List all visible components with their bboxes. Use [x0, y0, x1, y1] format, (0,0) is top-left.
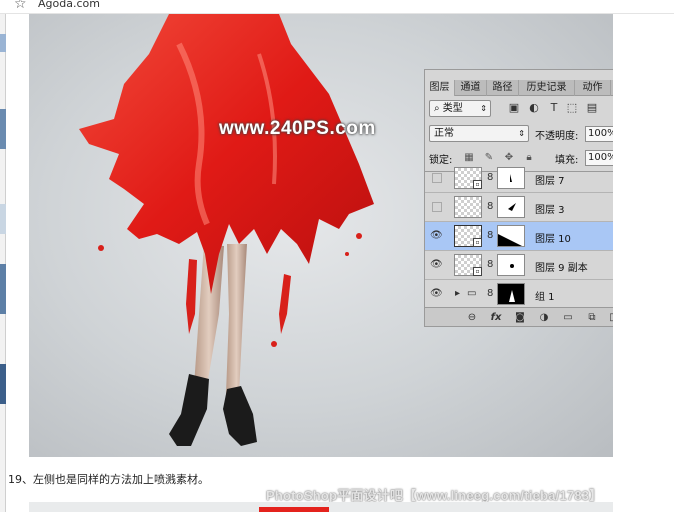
opacity-input[interactable]: 100% [585, 126, 613, 142]
shape-filter-icon[interactable]: ⬚ [565, 101, 579, 115]
layer-thumbnail: ▫ [454, 225, 482, 247]
right-leg [226, 244, 247, 394]
layer-row-selected[interactable]: 👁︎ ▫ 8 图层 10 [425, 222, 613, 251]
visibility-toggle[interactable] [432, 173, 442, 183]
splash-drop [271, 341, 277, 347]
layer-row[interactable]: 👁︎ ▫ 8 图层 9 副本 [425, 251, 613, 280]
lock-transparency-icon[interactable]: ▦ [463, 152, 475, 164]
layer-name: 图层 10 [535, 234, 571, 245]
photo-watermark: www.240PS.com [219, 118, 376, 139]
adjustment-filter-icon[interactable]: ◐ [527, 101, 541, 115]
delete-layer-icon[interactable]: ▯ [605, 311, 613, 325]
smart-object-icon: ▫ [473, 267, 482, 276]
tab-actions[interactable]: 动作 [575, 80, 611, 96]
mask-shape [508, 203, 516, 211]
next-photo-dress [259, 507, 329, 512]
strip-block [0, 364, 6, 404]
filter-type-value: 类型 [442, 103, 463, 114]
splash-drop [345, 252, 349, 256]
tab-layers[interactable]: 图层 [425, 80, 455, 96]
layer-thumbnail: ▫ [454, 167, 482, 189]
link-icon[interactable]: 8 [487, 259, 495, 271]
layer-thumbnail: ▫ [454, 254, 482, 276]
link-icon[interactable]: 8 [487, 288, 495, 300]
add-mask-icon[interactable]: ◙ [513, 311, 527, 325]
layer-thumbnail [454, 196, 482, 218]
blend-mode-select[interactable]: 正常 ⇕ [429, 125, 529, 142]
bookmark-title[interactable]: Agoda.com [38, 0, 100, 10]
layer-row[interactable]: 8 图层 3 [425, 193, 613, 222]
new-layer-icon[interactable]: ⧉ [585, 311, 599, 325]
layer-name: 图层 9 副本 [535, 263, 588, 274]
step-caption: 19、左侧也是同样的方法加上喷溅素材。 [8, 473, 209, 486]
layer-mask[interactable] [497, 254, 525, 276]
smart-object-icon: ▫ [473, 180, 482, 189]
eye-icon[interactable]: 👁︎ [430, 259, 443, 271]
link-icon[interactable]: 8 [487, 230, 495, 242]
layer-mask[interactable] [497, 167, 525, 189]
lock-all-icon[interactable]: 🔒︎ [523, 152, 535, 164]
splash-drip [279, 274, 291, 334]
lock-brush-icon[interactable]: ✎ [483, 152, 495, 164]
expand-arrow-icon[interactable]: ▸ [455, 288, 463, 300]
folder-icon: ▭ [467, 288, 477, 299]
splash-drip [186, 259, 197, 334]
tab-channels[interactable]: 通道 [455, 80, 487, 96]
visibility-toggle[interactable] [432, 202, 442, 212]
lock-move-icon[interactable]: ✥ [503, 152, 515, 164]
updown-icon: ⇕ [518, 129, 525, 138]
mask-shape [509, 290, 515, 302]
mask-shape [510, 264, 514, 268]
filter-type-select[interactable]: ⌕ 类型 ⇕ [429, 100, 491, 117]
panel-tabs: 图层 通道 路径 历史记录 动作 [425, 80, 613, 96]
tab-paths[interactable]: 路径 [487, 80, 519, 96]
layers-panel: 图层 通道 路径 历史记录 动作 ⌕ 类型 ⇕ ▣ ◐ T ⬚ ▤ 正常 ⇕ 不… [424, 69, 613, 327]
strip-block [0, 204, 6, 234]
link-icon[interactable]: 8 [487, 201, 495, 213]
blend-row: 正常 ⇕ 不透明度: 100% [425, 123, 613, 145]
adjustment-layer-icon[interactable]: ◑ [537, 311, 551, 325]
layer-name: 图层 3 [535, 205, 565, 216]
panel-bottom-toolbar: ⊖ fx ◙ ◑ ▭ ⧉ ▯ [425, 307, 613, 326]
fx-icon[interactable]: fx [489, 311, 503, 325]
left-window-strip [0, 14, 6, 512]
new-group-icon[interactable]: ▭ [561, 311, 575, 325]
group-mask[interactable] [497, 283, 525, 305]
filter-row: ⌕ 类型 ⇕ ▣ ◐ T ⬚ ▤ [425, 98, 613, 120]
layers-list: ▫ 8 图层 7 8 图层 3 👁︎ ▫ 8 图层 10 👁︎ ▫ 8 图层 9… [425, 167, 613, 309]
strip-block [0, 34, 6, 52]
layer-row-group[interactable]: 👁︎ ▸ ▭ 8 组 1 [425, 280, 613, 309]
right-shoe [223, 386, 257, 446]
mask-shape [498, 234, 522, 246]
updown-icon: ⇕ [480, 104, 487, 113]
splash-drop [356, 233, 362, 239]
browser-bookmark-bar: ☆ Agoda.com [0, 0, 674, 14]
mask-shape [510, 174, 512, 182]
layer-name: 组 1 [535, 292, 555, 303]
link-icon[interactable]: 8 [487, 172, 495, 184]
layer-mask[interactable] [497, 225, 525, 247]
search-icon: ⌕ [434, 103, 443, 114]
layer-row[interactable]: ▫ 8 图层 7 [425, 164, 613, 193]
left-shoe [169, 374, 209, 446]
layer-name: 图层 7 [535, 176, 565, 187]
splash-drop [98, 245, 104, 251]
type-filter-icon[interactable]: T [547, 101, 561, 115]
eye-icon[interactable]: 👁︎ [430, 288, 443, 300]
star-icon[interactable]: ☆ [14, 0, 27, 12]
eye-icon[interactable]: 👁︎ [430, 230, 443, 242]
layer-mask[interactable] [497, 196, 525, 218]
page: ☆ Agoda.com www.240PS.com 图层 通道 路径 历史记录 … [0, 0, 674, 512]
opacity-label: 不透明度: [535, 131, 579, 142]
link-layers-icon[interactable]: ⊖ [465, 311, 479, 325]
blend-mode-value: 正常 [434, 128, 454, 139]
image-filter-icon[interactable]: ▣ [507, 101, 521, 115]
strip-block [0, 264, 6, 314]
red-dress [79, 14, 374, 294]
next-photo-top [29, 502, 613, 512]
smartobject-filter-icon[interactable]: ▤ [585, 101, 599, 115]
smart-object-icon: ▫ [473, 238, 482, 247]
tab-history[interactable]: 历史记录 [519, 80, 575, 96]
strip-block [0, 109, 6, 149]
